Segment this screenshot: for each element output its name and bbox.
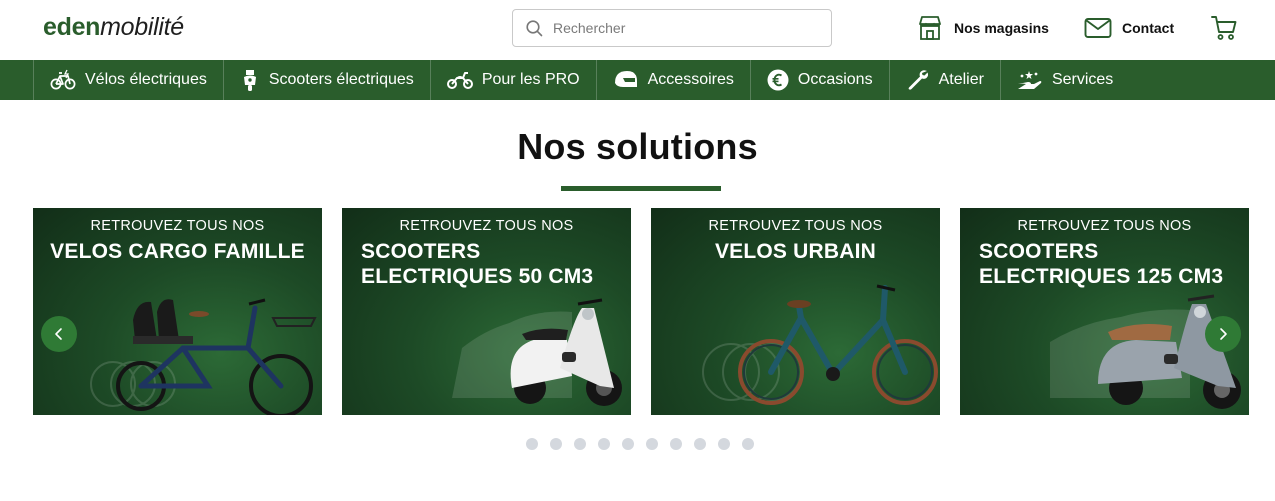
main-nav: Vélos électriques Scooters électriques P… bbox=[0, 60, 1275, 100]
nav-label: Atelier bbox=[938, 71, 984, 88]
nav-label: Scooters électriques bbox=[268, 71, 414, 88]
carousel-next-button[interactable] bbox=[1205, 316, 1241, 352]
nav-item-electric-scooters[interactable]: Scooters électriques bbox=[222, 60, 430, 100]
nav-item-electric-bikes[interactable]: Vélos électriques bbox=[33, 60, 223, 100]
hand-stars-icon bbox=[1017, 71, 1042, 89]
nav-label: Pour les PRO bbox=[481, 71, 580, 88]
wrench-icon bbox=[908, 70, 928, 90]
search-input[interactable] bbox=[553, 10, 823, 46]
nav-label: Accessoires bbox=[647, 71, 734, 88]
nav-label: Vélos électriques bbox=[85, 71, 207, 88]
nav-item-pro[interactable]: Pour les PRO bbox=[429, 60, 596, 100]
carousel-dot[interactable] bbox=[526, 438, 538, 450]
carousel-dot[interactable] bbox=[670, 438, 682, 450]
carousel-dot[interactable] bbox=[694, 438, 706, 450]
carousel-card-cargo-bikes[interactable]: RETROUVEZ TOUS NOS VELOS CARGO FAMILLE bbox=[33, 208, 322, 415]
mail-icon bbox=[1084, 18, 1112, 38]
logo-eden: eden bbox=[43, 13, 101, 41]
logo[interactable]: edenmobilité bbox=[43, 12, 184, 42]
site-header: edenmobilité Nos magasins Contact bbox=[0, 0, 1275, 60]
scooter-icon bbox=[243, 70, 256, 91]
euro-icon bbox=[767, 69, 789, 91]
carousel-prev-button[interactable] bbox=[41, 316, 77, 352]
contact-label: Contact bbox=[1122, 20, 1175, 36]
cart-icon bbox=[1211, 16, 1237, 40]
section-title: Nos solutions bbox=[517, 126, 758, 167]
carousel-dot[interactable] bbox=[622, 438, 634, 450]
card-pretitle: RETROUVEZ TOUS NOS bbox=[708, 218, 883, 234]
chevron-right-icon bbox=[1220, 328, 1227, 340]
title-underline bbox=[561, 186, 721, 191]
stores-link[interactable]: Nos magasins bbox=[916, 13, 1049, 43]
nav-item-services[interactable]: Services bbox=[999, 60, 1129, 100]
card-pretitle: RETROUVEZ TOUS NOS bbox=[1017, 218, 1192, 234]
store-icon bbox=[919, 16, 941, 40]
search-box[interactable] bbox=[512, 9, 832, 47]
nav-label: Occasions bbox=[797, 71, 873, 88]
nav-item-occasions[interactable]: Occasions bbox=[749, 60, 889, 100]
carousel-card-scooters-125[interactable]: RETROUVEZ TOUS NOS SCOOTERS ELECTRIQUES … bbox=[960, 208, 1249, 415]
card-heading: SCOOTERS ELECTRIQUES 50 CM3 bbox=[361, 240, 594, 288]
carousel-card-city-bikes[interactable]: RETROUVEZ TOUS NOS VELOS URBAIN bbox=[651, 208, 940, 415]
carousel-card-scooters-50[interactable]: RETROUVEZ TOUS NOS SCOOTERS ELECTRIQUES … bbox=[342, 208, 631, 415]
stores-label: Nos magasins bbox=[954, 20, 1049, 36]
carousel-dot[interactable] bbox=[550, 438, 562, 450]
carousel-dot[interactable] bbox=[718, 438, 730, 450]
contact-link[interactable]: Contact bbox=[1084, 13, 1174, 43]
motorbike-icon bbox=[446, 72, 473, 89]
card-pretitle: RETROUVEZ TOUS NOS bbox=[399, 218, 574, 234]
nav-item-workshop[interactable]: Atelier bbox=[888, 60, 1000, 100]
card-pretitle: RETROUVEZ TOUS NOS bbox=[90, 218, 265, 234]
carousel-dot[interactable] bbox=[598, 438, 610, 450]
carousel-dot[interactable] bbox=[646, 438, 658, 450]
helmet-icon bbox=[614, 71, 637, 87]
search-icon bbox=[526, 20, 543, 37]
nav-item-accessories[interactable]: Accessoires bbox=[595, 60, 750, 100]
chevron-left-icon bbox=[55, 328, 62, 340]
bike-icon bbox=[50, 69, 76, 90]
card-heading: SCOOTERS ELECTRIQUES 125 CM3 bbox=[979, 240, 1224, 288]
carousel-pagination bbox=[526, 438, 754, 450]
cart-button[interactable] bbox=[1210, 14, 1238, 47]
carousel-dot[interactable] bbox=[742, 438, 754, 450]
card-heading: VELOS URBAIN bbox=[714, 240, 877, 263]
card-heading: VELOS CARGO FAMILLE bbox=[50, 240, 305, 263]
nav-label: Services bbox=[1051, 71, 1114, 88]
carousel-dot[interactable] bbox=[574, 438, 586, 450]
logo-mobilite: mobilité bbox=[100, 13, 184, 41]
solutions-carousel: RETROUVEZ TOUS NOS VELOS CARGO FAMILLE R… bbox=[33, 208, 1249, 415]
